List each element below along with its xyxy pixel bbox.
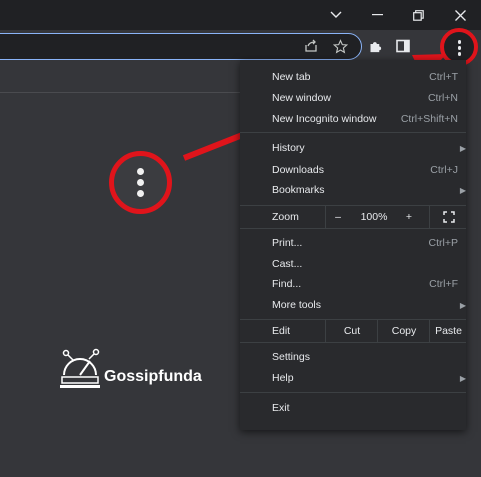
menu-item-downloads[interactable]: Downloads Ctrl+J [240, 160, 466, 180]
chevron-right-icon: ▶ [459, 373, 466, 383]
logo-gauge-icon [60, 348, 100, 388]
menu-item-help[interactable]: Help ▶ [240, 368, 466, 388]
chrome-main-menu: New tab Ctrl+T New window Ctrl+N New Incog… [240, 60, 466, 430]
menu-item-new-tab[interactable]: New tab Ctrl+T [240, 67, 466, 87]
fullscreen-icon[interactable] [429, 206, 467, 228]
paste-button[interactable]: Paste [429, 320, 467, 342]
menu-item-new-window[interactable]: New window Ctrl+N [240, 88, 466, 108]
logo-text: Gossipfunda [104, 368, 202, 385]
menu-item-history[interactable]: History ▶ [240, 138, 466, 158]
menu-item-zoom: Zoom – 100% + [240, 206, 466, 228]
zoomed-kebab-icon [109, 151, 172, 214]
menu-item-exit[interactable]: Exit [240, 398, 466, 418]
menu-item-edit: Edit Cut Copy Paste [240, 320, 466, 342]
chevron-right-icon: ▶ [459, 185, 466, 195]
menu-item-new-incognito[interactable]: New Incognito window Ctrl+Shift+N [240, 109, 466, 129]
zoom-in-button[interactable]: + [399, 206, 419, 228]
menu-item-more-tools[interactable]: More tools ▶ [240, 295, 466, 315]
menu-item-bookmarks[interactable]: Bookmarks ▶ [240, 180, 466, 200]
menu-item-print[interactable]: Print... Ctrl+P [240, 233, 466, 253]
copy-button[interactable]: Copy [377, 320, 430, 342]
menu-item-cast[interactable]: Cast... [240, 254, 466, 274]
cut-button[interactable]: Cut [325, 320, 378, 342]
chevron-right-icon: ▶ [459, 143, 466, 153]
zoom-level: 100% [360, 211, 388, 223]
zoom-out-button[interactable]: – [325, 206, 350, 228]
gossipfunda-logo: Gossipfunda [58, 347, 218, 391]
chevron-right-icon: ▶ [459, 300, 466, 310]
menu-item-settings[interactable]: Settings [240, 347, 466, 367]
menu-item-find[interactable]: Find... Ctrl+F [240, 274, 466, 294]
